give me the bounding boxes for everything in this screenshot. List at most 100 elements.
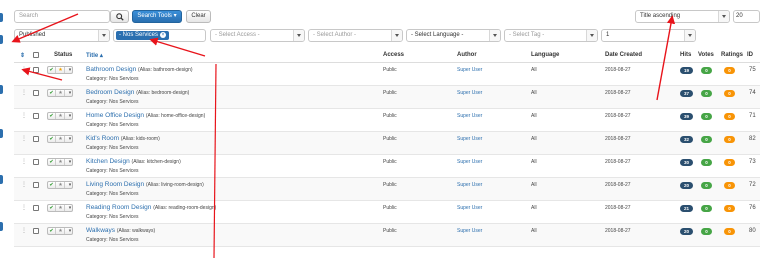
search-input[interactable]: Search [14,10,110,23]
author-filter-select[interactable]: - Select Author - [308,29,403,42]
language-filter-select[interactable]: - Select Language - [406,29,501,42]
sidebar-tab[interactable] [0,175,3,184]
published-check-icon[interactable]: ✔ [48,136,56,142]
featured-star-icon[interactable]: ★ [57,228,65,234]
published-check-icon[interactable]: ✔ [48,90,56,96]
category-filter[interactable]: - Nos Services × [113,29,206,42]
featured-star-icon[interactable]: ★ [57,67,65,73]
article-title-link[interactable]: Bathroom Design [86,66,136,73]
row-checkbox[interactable] [33,205,39,211]
access-column-header[interactable]: Access [383,52,404,58]
actions-dropdown-icon[interactable]: ▾ [66,90,74,96]
table-row[interactable]: ⋮ ✔ ★ ▾ Reading Room Design (Alias: reading-… [14,201,760,224]
sidebar-tab[interactable] [0,35,3,44]
actions-dropdown-icon[interactable]: ▾ [66,67,74,73]
drag-handle-icon[interactable]: ⋮ [21,204,27,211]
row-checkbox[interactable] [33,159,39,165]
author-link[interactable]: Super User [457,90,482,96]
author-link[interactable]: Super User [457,67,482,73]
table-row[interactable]: ⋮ ✔ ★ ▾ Bathroom Design (Alias: bathroom-des… [14,63,760,86]
ratings-column-header[interactable]: Ratings [721,52,743,58]
sidebar-tab[interactable] [0,13,3,22]
ordering-select[interactable]: Title ascending [635,10,730,23]
article-title-link[interactable]: Bedroom Design [86,89,134,96]
search-tools-button[interactable]: Search Tools ▾ [132,10,182,23]
actions-dropdown-icon[interactable]: ▾ [66,113,74,119]
clear-button[interactable]: Clear [186,10,211,23]
language-column-header[interactable]: Language [531,52,559,58]
drag-handle-icon[interactable]: ⋮ [21,158,27,165]
published-check-icon[interactable]: ✔ [48,159,56,165]
sidebar-tab[interactable] [0,222,3,231]
featured-star-icon[interactable]: ★ [57,182,65,188]
article-title-link[interactable]: Home Office Design [86,112,144,119]
check-all-checkbox[interactable] [33,52,39,58]
actions-dropdown-icon[interactable]: ▾ [66,182,74,188]
table-row[interactable]: ⋮ ✔ ★ ▾ Kid's Room (Alias: kids-room) Categor… [14,132,760,155]
article-title: Reading Room Design (Alias: reading-room… [86,204,216,211]
article-title-link[interactable]: Walkways [86,227,115,234]
author-link[interactable]: Super User [457,136,482,142]
status-column-header[interactable]: Status [54,52,72,58]
title-column-header[interactable]: Title ▴ [86,52,103,59]
drag-handle-icon[interactable]: ⋮ [21,89,27,96]
author-link[interactable]: Super User [457,228,482,234]
published-filter-select[interactable]: Published [14,29,110,42]
table-row[interactable]: ⋮ ✔ ★ ▾ Walkways (Alias: walkways) Category: … [14,224,760,247]
featured-star-icon[interactable]: ★ [57,136,65,142]
sidebar-tab[interactable] [0,129,3,138]
drag-handle-icon[interactable]: ⋮ [21,66,27,73]
tag-filter-select[interactable]: - Select Tag - [504,29,598,42]
remove-chip-icon[interactable]: × [160,32,167,38]
row-checkbox[interactable] [33,67,39,73]
published-check-icon[interactable]: ✔ [48,113,56,119]
chevron-down-icon [391,30,402,41]
row-checkbox[interactable] [33,136,39,142]
article-title-link[interactable]: Reading Room Design [86,204,151,211]
published-check-icon[interactable]: ✔ [48,205,56,211]
table-row[interactable]: ⋮ ✔ ★ ▾ Home Office Design (Alias: home-offi… [14,109,760,132]
drag-handle-icon[interactable]: ⋮ [21,227,27,234]
ordering-column-header[interactable]: ⇕ [20,52,25,59]
featured-star-icon[interactable]: ★ [57,90,65,96]
article-title-link[interactable]: Kitchen Design [86,158,130,165]
featured-star-icon[interactable]: ★ [57,205,65,211]
table-row[interactable]: ⋮ ✔ ★ ▾ Bedroom Design (Alias: bedroom-desig… [14,86,760,109]
votes-column-header[interactable]: Votes [698,52,714,58]
featured-star-icon[interactable]: ★ [57,159,65,165]
list-limit-select[interactable]: 20 [733,10,760,23]
max-levels-select[interactable]: 1 [601,29,696,42]
article-title-link[interactable]: Living Room Design [86,181,144,188]
row-checkbox[interactable] [33,182,39,188]
sidebar-tab[interactable] [0,85,3,94]
author-link[interactable]: Super User [457,205,482,211]
published-check-icon[interactable]: ✔ [48,182,56,188]
access-filter-select[interactable]: - Select Access - [210,29,305,42]
search-button[interactable] [110,10,129,23]
date-created-column-header[interactable]: Date Created [605,52,642,58]
author-column-header[interactable]: Author [457,52,477,58]
actions-dropdown-icon[interactable]: ▾ [66,159,74,165]
drag-handle-icon[interactable]: ⋮ [21,181,27,188]
actions-dropdown-icon[interactable]: ▾ [66,228,74,234]
author-link[interactable]: Super User [457,113,482,119]
author-link[interactable]: Super User [457,159,482,165]
drag-handle-icon[interactable]: ⋮ [21,135,27,142]
author-link[interactable]: Super User [457,182,482,188]
drag-handle-icon[interactable]: ⋮ [21,112,27,119]
row-checkbox[interactable] [33,90,39,96]
category-chip[interactable]: - Nos Services × [116,31,170,40]
published-check-icon[interactable]: ✔ [48,228,56,234]
article-title-link[interactable]: Kid's Room [86,135,119,142]
row-checkbox[interactable] [33,228,39,234]
actions-dropdown-icon[interactable]: ▾ [66,205,74,211]
id-column-header[interactable]: ID [747,52,753,58]
table-row[interactable]: ⋮ ✔ ★ ▾ Living Room Design (Alias: living-ro… [14,178,760,201]
hits-column-header[interactable]: Hits [680,52,691,58]
published-filter-value: Published [19,32,46,38]
actions-dropdown-icon[interactable]: ▾ [66,136,74,142]
featured-star-icon[interactable]: ★ [57,113,65,119]
row-checkbox[interactable] [33,113,39,119]
table-row[interactable]: ⋮ ✔ ★ ▾ Kitchen Design (Alias: kitchen-desig… [14,155,760,178]
published-check-icon[interactable]: ✔ [48,67,56,73]
